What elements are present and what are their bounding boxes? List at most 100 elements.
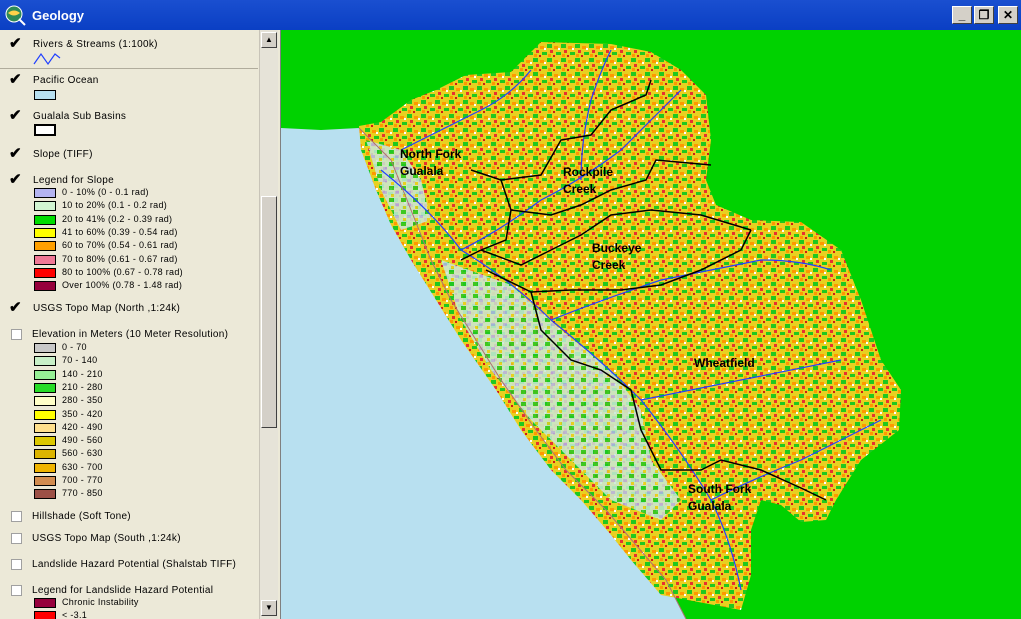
river-line-symbol-icon: [33, 52, 61, 66]
scroll-down-arrow-icon[interactable]: ▼: [261, 600, 277, 616]
legend-item-label: 41 to 60% (0.39 - 0.54 rad): [62, 226, 178, 237]
legend-color-swatch: [34, 281, 56, 292]
legend-item-label: 70 to 80% (0.61 - 0.67 rad): [62, 253, 178, 264]
map-canvas: [281, 42, 901, 619]
legend-color-swatch: [34, 241, 56, 252]
legend-color-swatch: [34, 382, 56, 393]
layer-visible-checkbox[interactable]: [9, 144, 23, 162]
legend-color-swatch: [34, 267, 56, 278]
layer-gualala-sub-basins[interactable]: Gualala Sub Basins: [9, 106, 127, 124]
legend-item-label: 70 - 140: [62, 355, 98, 366]
scrollbar-thumb[interactable]: [261, 196, 277, 428]
scroll-up-arrow-icon[interactable]: ▲: [261, 32, 277, 48]
layer-slope-tiff[interactable]: Slope (TIFF): [9, 144, 93, 162]
legend-color-swatch: [34, 489, 56, 500]
layer-label: Elevation in Meters (10 Meter Resolution…: [32, 328, 229, 340]
layer-legend-for-slope[interactable]: Legend for Slope: [9, 170, 114, 188]
legend-color-swatch: [34, 462, 56, 473]
legend-item-label: 60 to 70% (0.54 - 0.61 rad): [62, 240, 178, 251]
legend-color-swatch: [34, 449, 56, 460]
label-south-fork-gualala: South Fork Gualala: [688, 482, 752, 513]
legend-color-swatch: [34, 396, 56, 407]
layer-landslide-legend[interactable]: Legend for Landslide Hazard Potential: [10, 582, 213, 598]
legend-item-label: 80 to 100% (0.67 - 0.78 rad): [62, 266, 183, 277]
legend-color-swatch: [34, 343, 56, 353]
legend-color-swatch: [34, 422, 56, 433]
layer-landslide-hazard[interactable]: Landslide Hazard Potential (Shalstab TIF…: [10, 556, 236, 572]
layer-visible-checkbox[interactable]: [9, 34, 23, 52]
globe-app-icon: [5, 5, 26, 26]
legend-item-label: 0 - 10% (0 - 0.1 rad): [62, 187, 149, 197]
legend-item-label: 10 to 20% (0.1 - 0.2 rad): [62, 200, 168, 211]
layer-label: Legend for Landslide Hazard Potential: [32, 584, 214, 596]
legend-item-label: 20 to 41% (0.2 - 0.39 rad): [62, 213, 173, 224]
close-button[interactable]: ✕: [998, 6, 1018, 24]
label-rockpile-creek: Rockpile Creek: [563, 165, 614, 196]
legend-item-label: 770 - 850: [62, 488, 103, 499]
legend-color-swatch: [34, 356, 56, 367]
layer-label: USGS Topo Map (South ,1:24k): [32, 532, 181, 544]
legend-item-label: 700 - 770: [62, 475, 103, 485]
legend-item-label: 140 - 210: [62, 368, 103, 379]
layer-visible-checkbox[interactable]: [9, 70, 23, 88]
legend-color-swatch: [34, 476, 56, 486]
layer-label: Landslide Hazard Potential (Shalstab TIF…: [32, 558, 237, 570]
layer-label: Slope (TIFF): [33, 148, 93, 160]
legend-color-swatch: [34, 598, 56, 608]
window-titlebar: Geology _ ❐ ✕: [0, 0, 1021, 30]
legend-item-label: 560 - 630: [62, 448, 103, 459]
layer-label: Pacific Ocean: [33, 74, 99, 86]
basin-outline-swatch: [34, 124, 56, 136]
window-title: Geology: [32, 7, 85, 23]
legend-color-swatch: [34, 409, 56, 420]
layer-label: USGS Topo Map (North ,1:24k): [33, 302, 181, 314]
layer-label: Rivers & Streams (1:100k): [33, 38, 158, 50]
legend-color-swatch: [34, 214, 56, 225]
ocean-fill-swatch: [34, 90, 56, 100]
legend-item-label: 420 - 490: [62, 421, 103, 432]
layer-visible-checkbox[interactable]: [11, 510, 22, 522]
table-of-contents-panel: Rivers & Streams (1:100k) Pacific Ocean …: [0, 30, 281, 619]
layer-visible-checkbox[interactable]: [11, 584, 22, 596]
legend-color-swatch: [34, 227, 56, 238]
layer-label: Legend for Slope: [33, 174, 114, 186]
legend-color-swatch: [34, 611, 56, 619]
legend-color-swatch: [34, 188, 56, 198]
map-view[interactable]: North Fork Gualala Rockpile Creek Buckeye C…: [281, 30, 1021, 619]
minimize-button[interactable]: _: [952, 6, 972, 24]
layer-visible-checkbox[interactable]: [11, 532, 22, 544]
layer-label: Gualala Sub Basins: [33, 110, 127, 122]
legend-color-swatch: [34, 369, 56, 380]
legend-item-label: 0 - 70: [62, 342, 87, 352]
legend-color-swatch: [34, 201, 56, 212]
layer-visible-checkbox[interactable]: [9, 170, 23, 188]
legend-color-swatch: [34, 436, 56, 447]
legend-item-label: 280 - 350: [62, 395, 103, 406]
legend-item-label: Chronic Instability: [62, 597, 139, 607]
layer-hillshade[interactable]: Hillshade (Soft Tone): [10, 508, 131, 524]
layer-rivers-streams[interactable]: Rivers & Streams (1:100k): [9, 34, 158, 52]
layer-label: Hillshade (Soft Tone): [32, 510, 131, 522]
layer-pacific-ocean[interactable]: Pacific Ocean: [9, 70, 99, 88]
legend-item-label: Over 100% (0.78 - 1.48 rad): [62, 280, 183, 291]
legend-item-label: 210 - 280: [62, 381, 103, 392]
legend-item-label: 630 - 700: [62, 461, 103, 472]
layer-visible-checkbox[interactable]: [9, 106, 23, 124]
label-buckeye-creek: Buckeye Creek: [592, 241, 642, 272]
divider: [0, 68, 258, 69]
layer-list: Rivers & Streams (1:100k) Pacific Ocean …: [0, 30, 258, 619]
layer-usgs-topo-north[interactable]: USGS Topo Map (North ,1:24k): [9, 298, 181, 316]
layer-visible-checkbox[interactable]: [11, 328, 22, 340]
layer-visible-checkbox[interactable]: [9, 298, 23, 316]
legend-item-label: 350 - 420: [62, 408, 103, 419]
legend-item-label: < -3.1: [62, 610, 88, 619]
label-north-fork-gualala: North Fork Gualala: [400, 147, 462, 178]
toc-scrollbar[interactable]: ▲ ▼: [259, 30, 278, 619]
layer-usgs-topo-south[interactable]: USGS Topo Map (South ,1:24k): [10, 530, 181, 546]
label-wheatfield: Wheatfield: [694, 356, 755, 370]
layer-visible-checkbox[interactable]: [11, 558, 22, 570]
layer-elevation[interactable]: Elevation in Meters (10 Meter Resolution…: [10, 326, 228, 342]
legend-item-label: 490 - 560: [62, 435, 103, 446]
maximize-button[interactable]: ❐: [974, 6, 994, 24]
legend-color-swatch: [34, 254, 56, 265]
